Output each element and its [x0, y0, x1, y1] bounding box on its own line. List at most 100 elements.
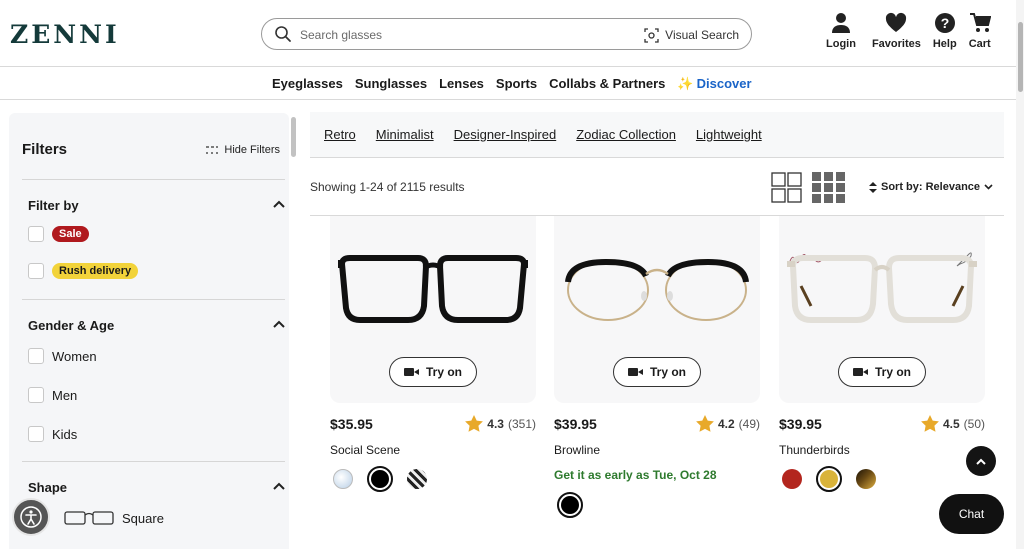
sidebar-scrollbar[interactable] [290, 115, 297, 549]
tag-minimalist[interactable]: Minimalist [376, 127, 434, 142]
star-icon [921, 415, 939, 432]
product-rating[interactable]: 4.3 (351) [465, 415, 536, 432]
nav-eyeglasses[interactable]: Eyeglasses [272, 76, 343, 92]
zenni-logo[interactable]: ZENNI [10, 22, 132, 46]
visual-search-button[interactable]: Visual Search [644, 26, 739, 44]
page-scrollbar[interactable] [1016, 0, 1024, 549]
nav-discover[interactable]: ✨ Discover [677, 76, 751, 92]
filters-title: Filters [22, 141, 68, 158]
swatch-black[interactable] [367, 466, 393, 492]
browline-glasses-image [565, 258, 749, 321]
chevron-up-icon[interactable] [273, 200, 285, 208]
nav-sports[interactable]: Sports [496, 76, 537, 92]
chat-button[interactable]: Chat [939, 494, 1004, 534]
swatch-tortoise[interactable] [856, 469, 876, 489]
visual-search-label: Visual Search [665, 28, 739, 42]
grid-3x3-icon[interactable] [812, 172, 845, 203]
product-price: $39.95 [554, 416, 597, 432]
filter-square[interactable]: Square [64, 510, 164, 526]
accessibility-button[interactable] [12, 498, 50, 536]
login-button[interactable]: Login [826, 12, 856, 50]
video-camera-icon [403, 368, 419, 376]
nav-collabs[interactable]: Collabs & Partners [549, 76, 665, 92]
help-icon: ? [934, 13, 955, 33]
chevron-up-icon[interactable] [273, 482, 285, 490]
product-name[interactable]: Thunderbirds [779, 443, 850, 457]
product-name[interactable]: Browline [554, 443, 600, 457]
swatch-black[interactable] [557, 492, 583, 518]
grid-2x2-icon[interactable] [771, 172, 802, 203]
filter-women[interactable]: Women [28, 348, 97, 364]
sort-arrows-icon [869, 181, 877, 193]
gender-age-section: Gender & Age Women Men Kids [22, 299, 285, 461]
cart-icon [969, 13, 991, 32]
help-label: Help [932, 38, 957, 50]
men-checkbox[interactable] [28, 387, 44, 403]
nav-lenses[interactable]: Lenses [439, 76, 484, 92]
rush-delivery-checkbox[interactable] [28, 263, 44, 279]
grid-toggle [771, 172, 845, 203]
tag-designer-inspired[interactable]: Designer-Inspired [454, 127, 557, 142]
women-checkbox[interactable] [28, 348, 44, 364]
site-header: ZENNI Visual Search Login Favorites ? He… [0, 0, 1024, 67]
video-camera-icon [627, 368, 643, 376]
shape-title[interactable]: Shape [28, 480, 67, 495]
category-tags: Retro Minimalist Designer-Inspired Zodia… [310, 112, 1004, 158]
favorites-button[interactable]: Favorites [872, 12, 921, 50]
square-frame-icon [64, 511, 114, 525]
product-image[interactable]: Try on [554, 216, 760, 403]
help-button[interactable]: ? Help [933, 12, 957, 50]
star-icon [696, 415, 714, 432]
product-name[interactable]: Social Scene [330, 443, 400, 457]
sort-dropdown[interactable]: Sort by: Relevance [869, 181, 993, 193]
tag-lightweight[interactable]: Lightweight [696, 127, 762, 142]
scroll-to-top-button[interactable] [966, 446, 996, 476]
tag-retro[interactable]: Retro [324, 127, 356, 142]
swatch-red[interactable] [782, 469, 802, 489]
svg-text:?: ? [941, 15, 950, 31]
filter-men[interactable]: Men [28, 387, 77, 403]
try-on-button[interactable]: Try on [838, 357, 926, 387]
rating-value: 4.2 [717, 416, 735, 431]
nav-sunglasses[interactable]: Sunglasses [355, 76, 427, 92]
product-image[interactable]: Try on [330, 216, 536, 403]
chevron-down-icon [984, 184, 993, 190]
review-count: (49) [738, 416, 760, 431]
search-bar[interactable]: Visual Search [261, 18, 752, 50]
search-input[interactable] [300, 25, 600, 45]
try-on-button[interactable]: Try on [389, 357, 477, 387]
try-on-label: Try on [425, 365, 462, 379]
filter-kids[interactable]: Kids [28, 426, 77, 442]
cart-label: Cart [968, 38, 991, 50]
square-label: Square [122, 510, 164, 526]
black-square-glasses-image [338, 255, 528, 323]
filter-by-section: Filter by Sale Rush delivery [22, 179, 285, 299]
men-label: Men [52, 387, 78, 403]
filter-rush-delivery[interactable]: Rush delivery [28, 263, 139, 279]
swatch-clear-blue[interactable] [333, 469, 353, 489]
product-rating[interactable]: 4.2 (49) [696, 415, 760, 432]
swatch-striped[interactable] [407, 469, 427, 489]
cart-button[interactable]: Cart [969, 12, 991, 50]
favorites-label: Favorites [871, 38, 921, 50]
svg-text:ZENNI: ZENNI [10, 22, 120, 46]
hide-filters-button[interactable]: Hide Filters [206, 144, 280, 156]
filter-sale[interactable]: Sale [28, 226, 89, 242]
sort-label: Sort by: Relevance [881, 181, 981, 193]
sliders-icon [206, 146, 219, 154]
color-swatches [333, 466, 427, 492]
tag-zodiac-collection[interactable]: Zodiac Collection [576, 127, 676, 142]
product-rating[interactable]: 4.5 (50) [921, 415, 985, 432]
kids-checkbox[interactable] [28, 426, 44, 442]
chevron-up-icon[interactable] [273, 320, 285, 328]
try-on-button[interactable]: Try on [613, 357, 701, 387]
product-image[interactable]: Try on [779, 216, 985, 403]
sale-checkbox[interactable] [28, 226, 44, 242]
product-price: $35.95 [330, 416, 373, 432]
try-on-label: Try on [649, 365, 686, 379]
product-price: $39.95 [779, 416, 822, 432]
gender-age-title[interactable]: Gender & Age [28, 318, 114, 333]
filter-by-title[interactable]: Filter by [28, 198, 79, 213]
swatch-gold[interactable] [816, 466, 842, 492]
sale-badge: Sale [52, 226, 89, 242]
